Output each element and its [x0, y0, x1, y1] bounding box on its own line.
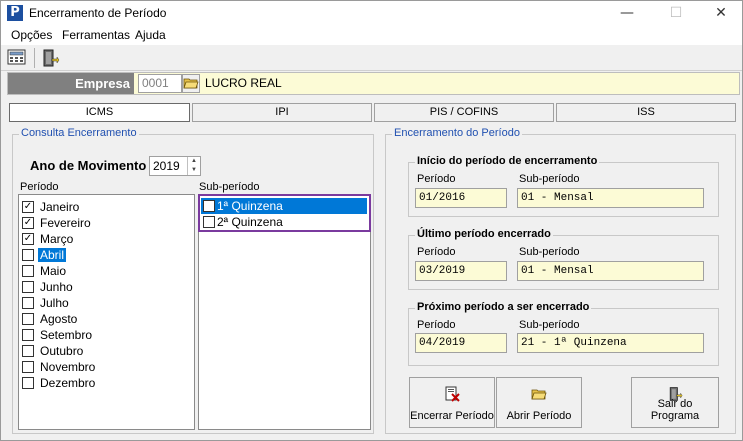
month-label: Fevereiro	[40, 216, 91, 230]
month-label: Agosto	[40, 312, 78, 326]
app-window: P Encerramento de Período — ☐ ✕ Opções F…	[0, 0, 743, 441]
month-label: Abril	[38, 248, 67, 262]
subperiod-highlight-frame	[198, 194, 371, 232]
inicio-periodo-label: Período	[417, 173, 456, 185]
list-item[interactable]: Outubro	[22, 343, 172, 359]
list-item[interactable]: Dezembro	[22, 375, 172, 391]
calculator-icon[interactable]	[7, 48, 29, 68]
proximo-sub-field: 21 - 1ª Quinzena	[517, 333, 704, 353]
month-label: Janeiro	[40, 200, 80, 214]
tab-pis-cofins[interactable]: PIS / COFINS	[374, 103, 554, 122]
list-item[interactable]: Julho	[22, 295, 172, 311]
checkbox[interactable]: ✓	[22, 217, 34, 229]
proximo-sub-label: Sub-período	[519, 319, 580, 331]
menu-ferramentas[interactable]: Ferramentas	[62, 28, 130, 42]
abrir-periodo-label: Abrir Período	[506, 410, 572, 422]
proximo-group-title: Próximo período a ser encerrado	[415, 301, 592, 313]
inicio-sub-label: Sub-período	[519, 173, 580, 185]
empresa-code-field[interactable]: 0001	[138, 74, 182, 93]
title-bar: P Encerramento de Período — ☐ ✕	[1, 1, 742, 25]
list-item[interactable]: Junho	[22, 279, 172, 295]
minimize-button[interactable]: —	[604, 1, 650, 25]
month-label: Dezembro	[40, 376, 96, 390]
list-item[interactable]: Maio	[22, 263, 172, 279]
periodo-list-label: Período	[20, 181, 59, 193]
checkbox[interactable]	[22, 297, 34, 309]
abrir-periodo-button[interactable]: Abrir Período	[496, 377, 582, 428]
checkbox[interactable]	[22, 377, 34, 389]
close-period-icon	[444, 386, 460, 402]
checkbox[interactable]	[22, 345, 34, 357]
checkbox[interactable]: ✓	[22, 201, 34, 213]
menu-bar: Opções Ferramentas Ajuda	[1, 25, 742, 45]
encerrar-periodo-label: Encerrar Período	[410, 410, 494, 422]
checkbox[interactable]	[22, 329, 34, 341]
tab-ipi[interactable]: IPI	[192, 103, 372, 122]
checkbox[interactable]: ✓	[22, 233, 34, 245]
ultimo-periodo-label: Período	[417, 246, 456, 258]
exit-door-icon[interactable]	[40, 48, 62, 68]
month-label: Setembro	[40, 328, 93, 342]
sair-programa-button[interactable]: Sair do Programa	[631, 377, 719, 428]
month-label: Novembro	[40, 360, 96, 374]
inicio-periodo-field: 01/2016	[415, 188, 507, 208]
tab-iss[interactable]: ISS	[556, 103, 736, 122]
spin-down-icon[interactable]: ▼	[188, 166, 200, 175]
close-button[interactable]: ✕	[698, 1, 743, 25]
ano-movimento-label: Ano de Movimento	[30, 158, 147, 173]
checkbox[interactable]	[22, 249, 34, 261]
checkbox[interactable]	[22, 313, 34, 325]
month-label: Outubro	[40, 344, 84, 358]
ultimo-periodo-field: 03/2019	[415, 261, 507, 281]
menu-opcoes[interactable]: Opções	[11, 28, 52, 42]
list-item[interactable]: ✓ Janeiro	[22, 199, 172, 215]
subperiodo-list-label: Sub-período	[199, 181, 260, 193]
ano-movimento-value[interactable]: 2019	[153, 159, 180, 173]
inicio-sub-field: 01 - Mensal	[517, 188, 704, 208]
encerramento-group-title: Encerramento do Período	[392, 127, 522, 139]
month-label: Março	[40, 232, 74, 246]
checkbox[interactable]	[22, 281, 34, 293]
month-label: Maio	[40, 264, 67, 278]
list-item[interactable]: Agosto	[22, 311, 172, 327]
app-logo-icon: P	[7, 5, 23, 21]
encerrar-periodo-button[interactable]: Encerrar Período	[409, 377, 495, 428]
checkbox[interactable]	[22, 265, 34, 277]
menu-ajuda[interactable]: Ajuda	[135, 28, 166, 42]
list-item[interactable]: Novembro	[22, 359, 172, 375]
spin-up-icon[interactable]: ▲	[188, 157, 200, 166]
list-item[interactable]: ✓ Março	[22, 231, 172, 247]
month-label: Julho	[40, 296, 69, 310]
inicio-group-title: Início do período de encerramento	[415, 155, 600, 167]
empresa-name: LUCRO REAL	[205, 76, 282, 90]
list-item[interactable]: Setembro	[22, 327, 172, 343]
open-folder-icon	[531, 386, 547, 402]
proximo-periodo-field: 04/2019	[415, 333, 507, 353]
consulta-group-title: Consulta Encerramento	[19, 127, 139, 139]
ultimo-group-title: Último período encerrado	[415, 228, 553, 240]
month-label: Junho	[40, 280, 73, 294]
empresa-label: Empresa	[8, 73, 134, 94]
ultimo-sub-label: Sub-período	[519, 246, 580, 258]
toolbar	[1, 45, 742, 71]
list-item[interactable]: ✓ Fevereiro	[22, 215, 172, 231]
open-folder-icon[interactable]	[182, 74, 200, 93]
tab-icms[interactable]: ICMS	[9, 103, 190, 122]
proximo-periodo-label: Período	[417, 319, 456, 331]
list-item-selected[interactable]: Abril	[22, 247, 172, 263]
ultimo-sub-field: 01 - Mensal	[517, 261, 704, 281]
window-title: Encerramento de Período	[29, 6, 167, 20]
checkbox[interactable]	[22, 361, 34, 373]
maximize-button[interactable]: ☐	[653, 1, 699, 25]
empresa-bar: Empresa 0001 LUCRO REAL	[7, 72, 740, 95]
periodo-listbox[interactable]: ✓ Janeiro ✓ Fevereiro ✓ Março Abril Maio Ju…	[18, 194, 195, 430]
toolbar-separator	[34, 48, 35, 68]
ano-movimento-spinner[interactable]: 2019 ▲ ▼	[149, 156, 201, 176]
sair-programa-label: Sair do Programa	[650, 398, 700, 422]
